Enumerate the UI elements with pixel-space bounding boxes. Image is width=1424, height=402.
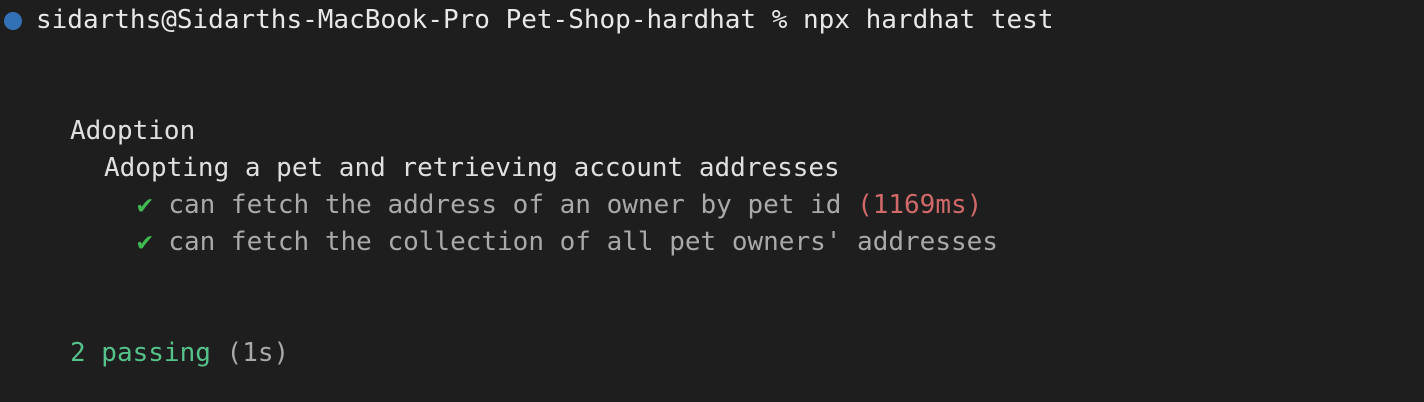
check-icon: ✔ bbox=[137, 227, 153, 257]
check-icon: ✔ bbox=[137, 190, 153, 220]
total-duration: (1s) bbox=[226, 338, 290, 368]
terminal-window[interactable]: sidarths@Sidarths-MacBook-Pro Pet-Shop-h… bbox=[0, 0, 1424, 402]
passing-count: 2 passing bbox=[70, 338, 211, 368]
prompt-command: sidarths@Sidarths-MacBook-Pro Pet-Shop-h… bbox=[36, 5, 1054, 35]
summary-line: 2 passing (1s) bbox=[70, 335, 289, 372]
suite-name: Adoption bbox=[70, 116, 196, 146]
suite-line: Adoption bbox=[70, 113, 195, 150]
sub-suite-line: Adopting a pet and retrieving account ad… bbox=[104, 150, 840, 187]
test-result-line: ✔ can fetch the address of an owner by p… bbox=[137, 187, 982, 224]
test-title: can fetch the address of an owner by pet… bbox=[168, 190, 842, 220]
test-title: can fetch the collection of all pet owne… bbox=[168, 227, 998, 257]
test-duration: (1169ms) bbox=[857, 190, 983, 220]
command-status-icon[interactable] bbox=[4, 12, 22, 30]
prompt-line: sidarths@Sidarths-MacBook-Pro Pet-Shop-h… bbox=[36, 2, 1053, 39]
sub-suite-name: Adopting a pet and retrieving account ad… bbox=[104, 153, 840, 183]
test-result-line: ✔ can fetch the collection of all pet ow… bbox=[137, 224, 998, 261]
